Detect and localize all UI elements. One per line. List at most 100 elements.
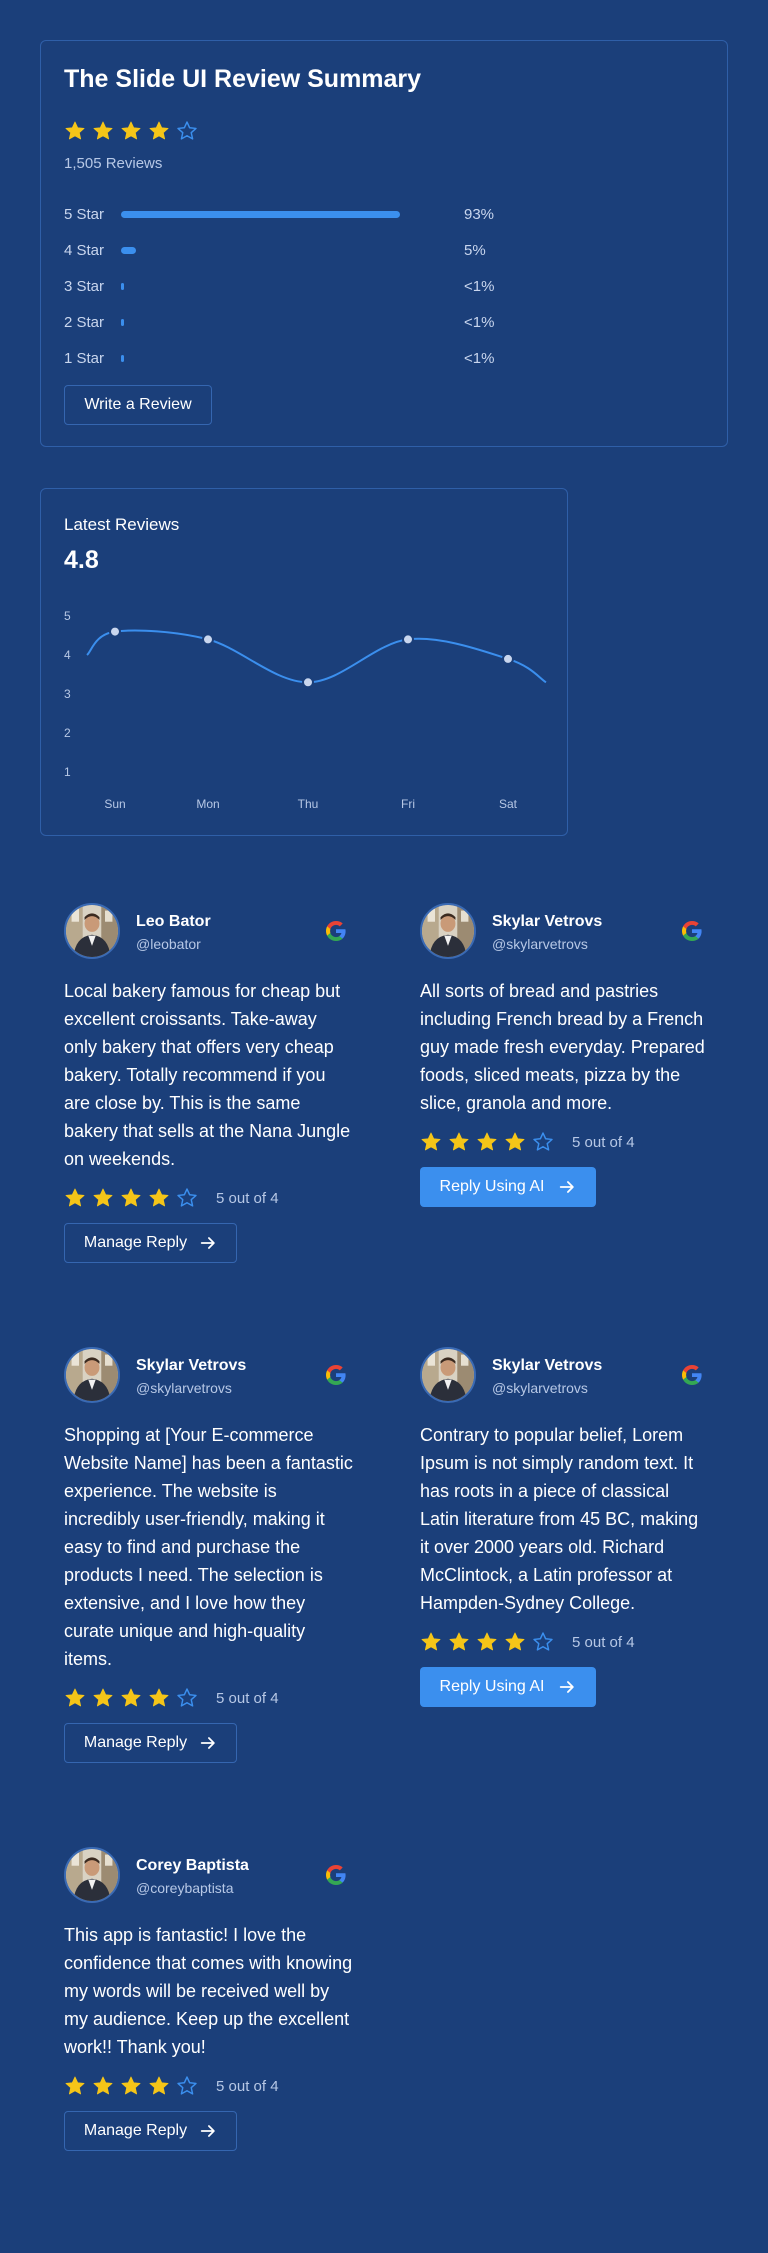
reviewer-handle: @skylarvetrovs <box>136 1380 232 1396</box>
review-text: Contrary to popular belief, Lorem Ipsum … <box>420 1425 699 1613</box>
star-empty-icon <box>533 1132 553 1151</box>
star-filled-icon <box>121 1688 141 1707</box>
reply-using-ai-button[interactable]: Reply Using AI <box>420 1667 596 1707</box>
star-empty-icon <box>533 1632 553 1651</box>
write-review-button[interactable]: Write a Review <box>64 385 212 425</box>
review-stars <box>64 1187 198 1209</box>
star-filled-icon <box>505 1132 525 1151</box>
reviewer-name: Skylar Vetrovs <box>492 1357 603 1374</box>
review-text: Shopping at [Your E-commerce Website Nam… <box>64 1425 353 1669</box>
google-icon <box>324 919 348 943</box>
avatar-photo <box>422 905 474 957</box>
rating-bar-fill <box>121 282 124 290</box>
avatar-photo <box>66 905 118 957</box>
arrow-right-icon <box>560 1181 575 1193</box>
star-empty-icon <box>177 2076 197 2095</box>
star-filled-icon <box>149 121 169 140</box>
button-label: Manage Reply <box>83 1734 188 1751</box>
data-point[interactable] <box>109 625 121 638</box>
review-stars <box>420 1131 554 1153</box>
arrow-right-icon <box>560 1681 575 1693</box>
google-icon <box>680 919 704 943</box>
star-filled-icon <box>449 1132 469 1151</box>
rating-bar-fill <box>121 318 124 326</box>
reviewer-handle: @leobator <box>136 936 201 952</box>
star-empty-icon <box>177 1188 197 1207</box>
star-filled-icon <box>149 1688 169 1707</box>
review-count: 1,505 Reviews <box>64 155 163 172</box>
manage-reply-button[interactable]: Manage Reply <box>64 1223 237 1263</box>
star-filled-icon <box>505 1632 525 1651</box>
star-empty-icon <box>177 121 197 140</box>
x-tick-label: Sun <box>104 797 125 811</box>
star-filled-icon <box>65 2076 85 2095</box>
star-filled-icon <box>421 1632 441 1651</box>
summary-stars <box>64 120 198 142</box>
arrow-right-icon <box>200 2125 215 2137</box>
x-tick-label: Fri <box>401 797 415 811</box>
star-filled-icon <box>93 121 113 140</box>
avatar <box>64 1847 120 1903</box>
rating-bar-row: 1 Star <1% <box>64 340 704 376</box>
data-point[interactable] <box>502 652 514 665</box>
rating-bar-track <box>121 318 411 326</box>
rating-bar-row: 3 Star <1% <box>64 268 704 304</box>
review-stars <box>420 1631 554 1653</box>
y-tick-label: 3 <box>64 687 71 701</box>
arrow-right-icon <box>200 1237 215 1249</box>
rating-bar-percent: 5% <box>464 241 486 259</box>
rating-text: 5 out of 4 <box>216 1190 279 1207</box>
star-filled-icon <box>93 1188 113 1207</box>
summary-title: The Slide UI Review Summary <box>64 65 422 93</box>
star-filled-icon <box>149 2076 169 2095</box>
avatar <box>420 903 476 959</box>
avatar-photo <box>66 1849 118 1901</box>
reviewer-name: Corey Baptista <box>136 1857 249 1874</box>
y-tick-label: 4 <box>64 648 71 662</box>
star-filled-icon <box>121 121 141 140</box>
manage-reply-button[interactable]: Manage Reply <box>64 2111 237 2151</box>
star-filled-icon <box>65 121 85 140</box>
data-point[interactable] <box>202 633 214 646</box>
rating-bar-label: 3 Star <box>64 277 105 295</box>
review-stars <box>64 1687 198 1709</box>
x-tick-label: Mon <box>196 797 219 811</box>
rating-bar-track <box>121 282 411 290</box>
star-filled-icon <box>65 1688 85 1707</box>
review-text: All sorts of bread and pastries includin… <box>420 981 705 1113</box>
rating-text: 5 out of 4 <box>572 1634 635 1651</box>
reply-using-ai-button[interactable]: Reply Using AI <box>420 1167 596 1207</box>
reviewer-name: Skylar Vetrovs <box>492 913 603 930</box>
y-tick-label: 1 <box>64 765 71 779</box>
review-text: This app is fantastic! I love the confid… <box>64 1925 353 2057</box>
y-tick-label: 2 <box>64 726 71 740</box>
reviewer-handle: @skylarvetrovs <box>492 1380 588 1396</box>
manage-reply-button[interactable]: Manage Reply <box>64 1723 237 1763</box>
x-tick-label: Thu <box>298 797 319 811</box>
rating-bar-row: 2 Star <1% <box>64 304 704 340</box>
arrow-right-icon <box>200 1737 215 1749</box>
reviewer-handle: @coreybaptista <box>136 1880 234 1896</box>
star-filled-icon <box>93 1688 113 1707</box>
button-label: Manage Reply <box>83 2122 188 2139</box>
avatar <box>420 1347 476 1403</box>
star-filled-icon <box>477 1632 497 1651</box>
rating-text: 5 out of 4 <box>216 1690 279 1707</box>
avatar-photo <box>66 1349 118 1401</box>
data-point[interactable] <box>302 676 314 689</box>
rating-bar-row: 4 Star 5% <box>64 232 704 268</box>
rating-bar-label: 2 Star <box>64 313 105 331</box>
latest-reviews-chart: 1 2 3 4 5 Sun Mon Thu Fri Sat <box>64 609 547 811</box>
rating-bar-label: 1 Star <box>64 349 105 367</box>
rating-bar-label: 5 Star <box>64 205 105 223</box>
rating-bar-track <box>121 210 411 218</box>
review-text: Local bakery famous for cheap but excell… <box>64 981 351 1169</box>
star-filled-icon <box>65 1188 85 1207</box>
star-filled-icon <box>121 2076 141 2095</box>
star-empty-icon <box>177 1688 197 1707</box>
star-filled-icon <box>477 1132 497 1151</box>
rating-bar-percent: 93% <box>464 205 495 223</box>
star-filled-icon <box>421 1132 441 1151</box>
data-point[interactable] <box>402 633 414 646</box>
latest-reviews-card: Latest Reviews 4.8 1 2 3 4 5 Sun Mon Thu Fri Sat <box>40 488 568 836</box>
